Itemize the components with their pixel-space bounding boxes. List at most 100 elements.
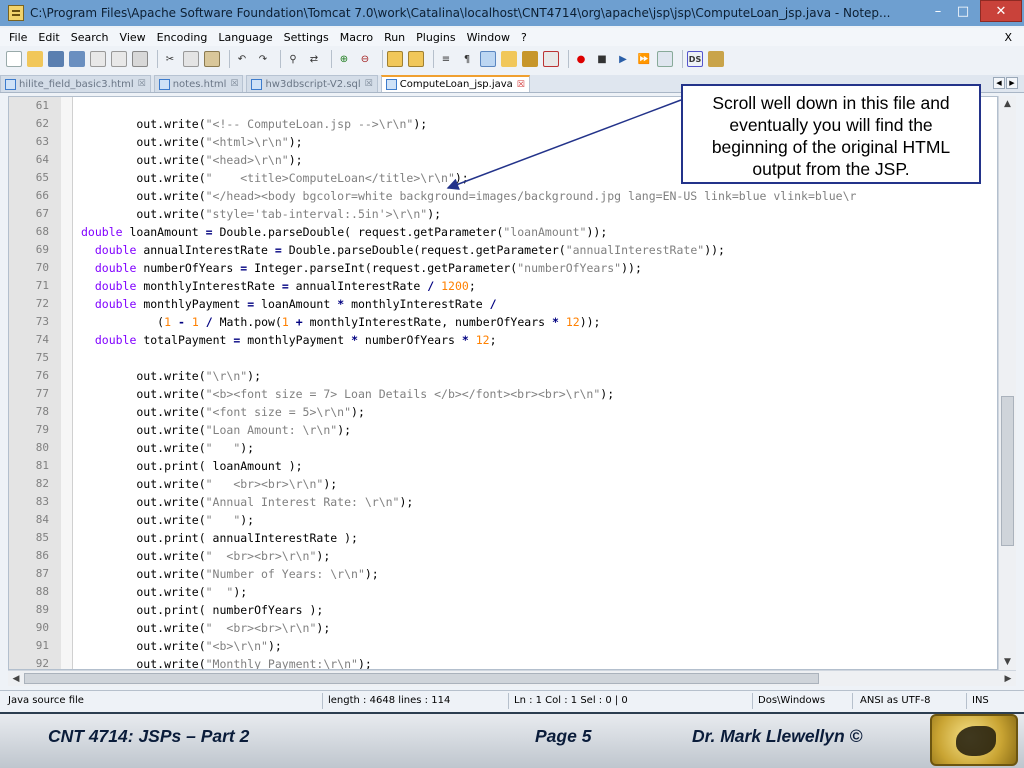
tab-hw3dbscript[interactable]: hw3dbscript-V2.sql ☒ xyxy=(246,75,378,92)
code-line[interactable]: 77 out.write("<b><font size = 7> Loan De… xyxy=(9,385,997,403)
close-button[interactable]: ✕ xyxy=(980,0,1022,22)
menu-file[interactable]: File xyxy=(9,31,27,44)
scroll-up-icon[interactable]: ▲ xyxy=(999,96,1016,112)
close-all-icon[interactable] xyxy=(111,51,127,67)
print-icon[interactable] xyxy=(132,51,148,67)
replace-icon[interactable]: ⇄ xyxy=(306,51,322,67)
code-line[interactable]: 76 out.write("\r\n"); xyxy=(9,367,997,385)
code-text[interactable]: out.write(" "); xyxy=(81,583,247,601)
code-line[interactable]: 72 double monthlyPayment = loanAmount * … xyxy=(9,295,997,313)
code-text[interactable]: out.write("<font size = 5>\r\n"); xyxy=(81,403,365,421)
menu-window[interactable]: Window xyxy=(467,31,510,44)
menu-plugins[interactable]: Plugins xyxy=(416,31,455,44)
code-text[interactable]: double loanAmount = Double.parseDouble( … xyxy=(81,223,607,241)
menu-view[interactable]: View xyxy=(120,31,146,44)
code-line[interactable]: 78 out.write("<font size = 5>\r\n"); xyxy=(9,403,997,421)
run-macro-multiple-icon[interactable]: ⏩ xyxy=(636,51,652,67)
new-file-icon[interactable] xyxy=(6,51,22,67)
code-text[interactable]: out.write("</head><body bgcolor=white ba… xyxy=(81,187,856,205)
code-line[interactable]: 79 out.write("Loan Amount: \r\n"); xyxy=(9,421,997,439)
code-text[interactable]: out.write(" <title>ComputeLoan</title>\r… xyxy=(81,169,468,187)
tab-notes[interactable]: notes.html ☒ xyxy=(153,75,244,92)
code-line[interactable]: 68 double loanAmount = Double.parseDouble… xyxy=(9,223,997,241)
tab-scroll-right-icon[interactable]: ▶ xyxy=(1006,77,1018,89)
indent-guide-icon[interactable] xyxy=(480,51,496,67)
open-folder-icon[interactable] xyxy=(27,51,43,67)
code-text[interactable]: double numberOfYears = Integer.parseInt(… xyxy=(81,259,642,277)
menu-settings[interactable]: Settings xyxy=(284,31,329,44)
code-line[interactable]: 92 out.write("Monthly Payment:\r\n"); xyxy=(9,655,997,669)
close-file-icon[interactable] xyxy=(90,51,106,67)
function-list-icon[interactable] xyxy=(522,51,538,67)
vertical-scrollbar[interactable]: ▲ ▼ xyxy=(998,96,1016,670)
ds-icon[interactable]: DS xyxy=(687,51,703,67)
paste-icon[interactable] xyxy=(204,51,220,67)
code-line[interactable]: 67 out.write("style='tab-interval:.5in'>… xyxy=(9,205,997,223)
minimize-button[interactable]: – xyxy=(928,0,948,22)
close-tab-icon[interactable]: ☒ xyxy=(365,79,373,89)
code-line[interactable]: 71 double monthlyInterestRate = annualIn… xyxy=(9,277,997,295)
code-text[interactable]: out.write("<b><font size = 7> Loan Detai… xyxy=(81,385,614,403)
code-text[interactable]: out.write(" "); xyxy=(81,511,254,529)
code-line[interactable]: 75 xyxy=(9,349,997,367)
code-line[interactable]: 89 out.print( numberOfYears ); xyxy=(9,601,997,619)
menu-macro[interactable]: Macro xyxy=(340,31,373,44)
code-line[interactable]: 85 out.print( annualInterestRate ); xyxy=(9,529,997,547)
code-text[interactable]: double totalPayment = monthlyPayment * n… xyxy=(81,331,497,349)
code-text[interactable]: double monthlyPayment = loanAmount * mon… xyxy=(81,295,497,313)
code-text[interactable]: out.write(" <br><br>\r\n"); xyxy=(81,619,330,637)
code-line[interactable]: 91 out.write("<b>\r\n"); xyxy=(9,637,997,655)
code-line[interactable]: 81 out.print( loanAmount ); xyxy=(9,457,997,475)
code-text[interactable]: double annualInterestRate = Double.parse… xyxy=(81,241,725,259)
close-tab-icon[interactable]: ☒ xyxy=(230,79,238,89)
code-text[interactable]: out.print( annualInterestRate ); xyxy=(81,529,358,547)
undo-icon[interactable]: ↶ xyxy=(234,51,250,67)
menu-language[interactable]: Language xyxy=(218,31,272,44)
code-line[interactable]: 84 out.write(" "); xyxy=(9,511,997,529)
close-tab-icon[interactable]: ☒ xyxy=(517,80,525,90)
copy-icon[interactable] xyxy=(183,51,199,67)
code-text[interactable]: out.write("style='tab-interval:.5in'>\r\… xyxy=(81,205,441,223)
code-line[interactable]: 69 double annualInterestRate = Double.pa… xyxy=(9,241,997,259)
zoom-in-icon[interactable]: ⊕ xyxy=(336,51,352,67)
zoom-out-icon[interactable]: ⊖ xyxy=(357,51,373,67)
code-line[interactable]: 86 out.write(" <br><br>\r\n"); xyxy=(9,547,997,565)
redo-icon[interactable]: ↷ xyxy=(255,51,271,67)
sync-horizontal-icon[interactable] xyxy=(408,51,424,67)
code-text[interactable]: (1 - 1 / Math.pow(1 + monthlyInterestRat… xyxy=(81,313,600,331)
word-wrap-icon[interactable]: ≡ xyxy=(438,51,454,67)
menu-help[interactable]: ? xyxy=(521,31,527,44)
code-text[interactable]: out.print( numberOfYears ); xyxy=(81,601,323,619)
horizontal-scrollbar[interactable]: ◀ ▶ xyxy=(8,670,1016,686)
code-line[interactable]: 80 out.write(" "); xyxy=(9,439,997,457)
code-line[interactable]: 83 out.write("Annual Interest Rate: \r\n… xyxy=(9,493,997,511)
stop-recording-icon[interactable]: ■ xyxy=(594,51,610,67)
tab-scroll-left-icon[interactable]: ◀ xyxy=(993,77,1005,89)
play-macro-icon[interactable]: ▶ xyxy=(615,51,631,67)
menu-encoding[interactable]: Encoding xyxy=(157,31,208,44)
code-text[interactable]: out.write("Number of Years: \r\n"); xyxy=(81,565,378,583)
save-macro-icon[interactable] xyxy=(657,51,673,67)
find-icon[interactable]: ⚲ xyxy=(285,51,301,67)
code-text[interactable]: out.write(" <br><br>\r\n"); xyxy=(81,475,337,493)
code-line[interactable]: 73 (1 - 1 / Math.pow(1 + monthlyInterest… xyxy=(9,313,997,331)
code-text[interactable]: out.write(" <br><br>\r\n"); xyxy=(81,547,330,565)
scroll-left-icon[interactable]: ◀ xyxy=(8,671,24,686)
tab-hilite-field-basic3[interactable]: hilite_field_basic3.html ☒ xyxy=(0,75,151,92)
record-macro-icon[interactable]: ● xyxy=(573,51,589,67)
user-language-icon[interactable] xyxy=(501,51,517,67)
code-line[interactable]: 66 out.write("</head><body bgcolor=white… xyxy=(9,187,997,205)
plugin-icon[interactable] xyxy=(708,51,724,67)
menu-run[interactable]: Run xyxy=(384,31,405,44)
scroll-down-icon[interactable]: ▼ xyxy=(999,654,1016,670)
code-text[interactable]: out.print( loanAmount ); xyxy=(81,457,302,475)
code-line[interactable]: 90 out.write(" <br><br>\r\n"); xyxy=(9,619,997,637)
code-line[interactable]: 82 out.write(" <br><br>\r\n"); xyxy=(9,475,997,493)
code-text[interactable]: out.write("Annual Interest Rate: \r\n"); xyxy=(81,493,413,511)
tab-computeloan-jsp[interactable]: ComputeLoan_jsp.java ☒ xyxy=(380,75,530,92)
save-all-icon[interactable] xyxy=(69,51,85,67)
code-line[interactable]: 70 double numberOfYears = Integer.parseI… xyxy=(9,259,997,277)
close-document-button[interactable]: X xyxy=(1004,31,1012,44)
code-text[interactable]: out.write("<head>\r\n"); xyxy=(81,151,302,169)
sync-vertical-icon[interactable] xyxy=(387,51,403,67)
